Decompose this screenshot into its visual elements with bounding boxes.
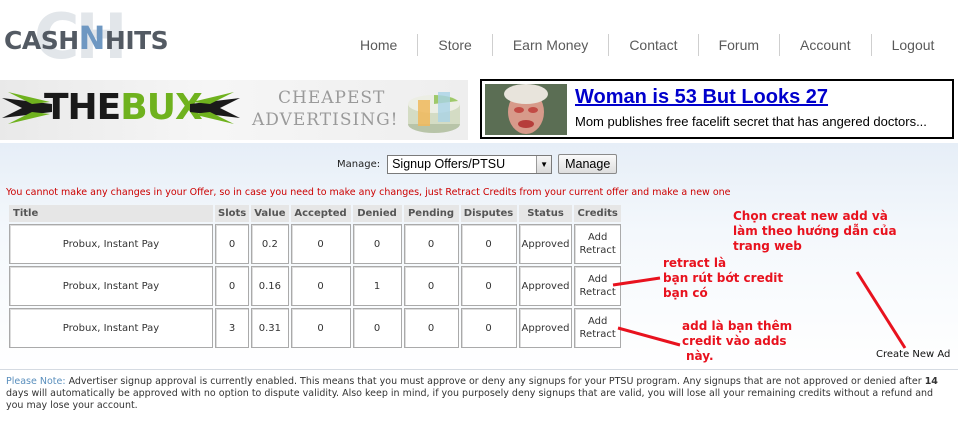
- note-label: Please Note:: [6, 376, 66, 387]
- logo-left: CASH: [4, 26, 79, 55]
- nav-account[interactable]: Account: [779, 34, 871, 56]
- header-credits: Credits: [574, 205, 621, 222]
- nav-store[interactable]: Store: [417, 34, 491, 56]
- note-text-before: Advertiser signup approval is currently …: [65, 376, 925, 387]
- retract-credits-link[interactable]: Retract: [577, 328, 617, 341]
- header-denied: Denied: [352, 205, 402, 222]
- add-credits-link[interactable]: Add: [577, 231, 617, 244]
- site-header: CH CASHNHITS Home Store Earn Money Conta…: [0, 0, 958, 80]
- cell-status: Approved: [518, 224, 573, 264]
- cell-pending: 0: [403, 224, 459, 264]
- header-accepted: Accepted: [290, 205, 351, 222]
- retract-annotation-line2: bạn rút bớt credit: [663, 271, 784, 285]
- add-credits-link[interactable]: Add: [577, 273, 617, 286]
- manage-button[interactable]: Manage: [558, 154, 618, 174]
- header-status: Status: [518, 205, 573, 222]
- add-annotation-line3: này.: [686, 349, 714, 363]
- retract-credits-link[interactable]: Retract: [577, 286, 617, 299]
- cell-value: 0.31: [251, 308, 289, 348]
- cell-disputes: 0: [460, 266, 517, 306]
- create-annotation-line2: làm theo hướng dẫn của: [733, 224, 897, 238]
- logo-wordmark: CASHNHITS: [4, 22, 169, 55]
- ad-subtext: Mom publishes free facelift secret that …: [575, 114, 927, 129]
- thebux-banner[interactable]: THEBUX CHEAPEST ADVERTISING!: [0, 80, 468, 140]
- cell-disputes: 0: [460, 308, 517, 348]
- cell-value: 0.2: [251, 224, 289, 264]
- manage-select-value: Signup Offers/PTSU: [392, 156, 506, 171]
- cell-denied: 1: [352, 266, 402, 306]
- approval-note: Please Note: Advertiser signup approval …: [6, 376, 950, 412]
- cell-status: Approved: [518, 308, 573, 348]
- header-value: Value: [251, 205, 289, 222]
- header-pending: Pending: [403, 205, 459, 222]
- table-row: Probux, Instant Pay 3 0.31 0 0 0 0 Appro…: [9, 308, 621, 348]
- cell-title: Probux, Instant Pay: [9, 308, 213, 348]
- cell-credits: Add Retract: [574, 266, 621, 306]
- cell-title: Probux, Instant Pay: [9, 224, 213, 264]
- ad-headline[interactable]: Woman is 53 But Looks 27: [575, 86, 828, 109]
- retract-annotation: retract là bạn rút bớt credit bạn có: [663, 256, 783, 301]
- cashnhits-logo[interactable]: CH CASHNHITS: [4, 6, 179, 70]
- note-days: 14: [924, 376, 938, 387]
- cell-slots: 3: [215, 308, 250, 348]
- cell-slots: 0: [215, 266, 250, 306]
- cell-title: Probux, Instant Pay: [9, 266, 213, 306]
- cell-accepted: 0: [290, 224, 351, 264]
- cell-pending: 0: [403, 308, 459, 348]
- cell-accepted: 0: [290, 308, 351, 348]
- cell-status: Approved: [518, 266, 573, 306]
- header-slots: Slots: [215, 205, 250, 222]
- nav-contact[interactable]: Contact: [608, 34, 697, 56]
- sponsored-ad-banner[interactable]: Woman is 53 But Looks 27 Mom publishes f…: [480, 79, 954, 139]
- add-credits-link[interactable]: Add: [577, 315, 617, 328]
- cell-denied: 0: [352, 308, 402, 348]
- manage-select[interactable]: Signup Offers/PTSU ▼: [387, 154, 553, 174]
- logo-right: HITS: [104, 26, 169, 55]
- retract-annotation-line1: retract là: [663, 256, 727, 270]
- logo-n: N: [78, 19, 106, 57]
- nav-earn-money[interactable]: Earn Money: [491, 34, 608, 56]
- cell-accepted: 0: [290, 266, 351, 306]
- create-annotation-line3: trang web: [733, 239, 802, 253]
- thebux-wordmark: THEBUX: [44, 85, 203, 131]
- cell-pending: 0: [403, 266, 459, 306]
- ad-face-image: [485, 84, 567, 135]
- dropdown-arrow-icon: ▼: [536, 155, 552, 173]
- cell-credits: Add Retract: [574, 224, 621, 264]
- bux-tagline-1: CHEAPEST: [278, 88, 386, 108]
- bux-tagline-2: ADVERTISING!: [252, 110, 399, 130]
- main-nav: Home Store Earn Money Contact Forum Acco…: [340, 33, 954, 57]
- retract-annotation-line3: bạn có: [663, 286, 708, 300]
- nav-forum[interactable]: Forum: [697, 34, 779, 56]
- cell-slots: 0: [215, 224, 250, 264]
- bux-name-black: THE: [44, 87, 121, 128]
- nav-logout[interactable]: Logout: [870, 34, 955, 56]
- add-annotation-line2: credit vào adds: [682, 334, 787, 348]
- pie-chart-graphic-icon: [408, 92, 460, 133]
- cell-credits: Add Retract: [574, 308, 621, 348]
- create-new-ad-link[interactable]: Create New Ad: [876, 349, 950, 360]
- manage-label: Manage:: [337, 158, 381, 170]
- header-disputes: Disputes: [460, 205, 517, 222]
- note-text-after: days will automatically be approved with…: [6, 388, 934, 411]
- add-annotation-line1: add là bạn thêm: [682, 319, 793, 333]
- table-row: Probux, Instant Pay 0 0.16 0 1 0 0 Appro…: [9, 266, 621, 306]
- warning-message: You cannot make any changes in your Offe…: [6, 187, 731, 198]
- right-wing-icon: [190, 92, 240, 124]
- table-header-row: Title Slots Value Accepted Denied Pendin…: [9, 205, 621, 222]
- cell-disputes: 0: [460, 224, 517, 264]
- table-row: Probux, Instant Pay 0 0.2 0 0 0 0 Approv…: [9, 224, 621, 264]
- add-annotation: add là bạn thêm credit vào adds này.: [682, 319, 792, 364]
- divider: [0, 369, 958, 370]
- cell-denied: 0: [352, 224, 402, 264]
- create-annotation: Chọn creat new add và làm theo hướng dẫn…: [733, 209, 897, 254]
- offers-table: Title Slots Value Accepted Denied Pendin…: [7, 203, 623, 350]
- nav-home[interactable]: Home: [340, 34, 417, 56]
- create-annotation-line1: Chọn creat new add và: [733, 209, 888, 223]
- header-title: Title: [9, 205, 213, 222]
- cell-value: 0.16: [251, 266, 289, 306]
- manage-row: Manage: Signup Offers/PTSU ▼ Manage: [337, 154, 618, 174]
- retract-credits-link[interactable]: Retract: [577, 244, 617, 257]
